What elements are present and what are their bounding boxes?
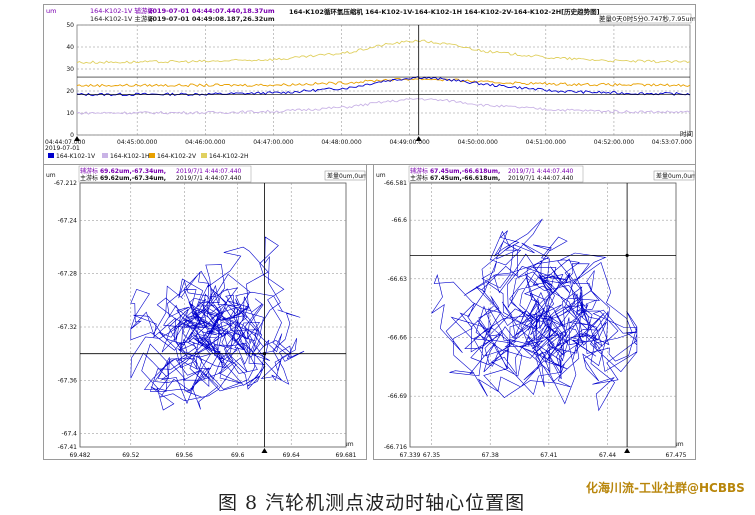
first-date-label: 2019-07-01	[45, 145, 80, 152]
right-y-tick-label: -66.6	[391, 217, 407, 224]
right-y-tick-label: -66.63	[388, 276, 408, 283]
right-cursor-dot	[625, 253, 629, 257]
left-y-tick-label: -67.41	[58, 444, 78, 451]
left-x-tick-label: 69.52	[122, 452, 139, 459]
right-aux-label: 辅游标	[410, 167, 428, 175]
right-x-tick-label: 67.38	[482, 452, 499, 459]
right-aux-time: 2019/7/1 4:44:07.440	[508, 168, 574, 175]
trend-x-tick-label: 04:50:00.000	[458, 139, 498, 146]
left-x-tick-label: 69.482	[70, 452, 91, 459]
figure-caption: 图 8 汽轮机测点波动时轴心位置图	[218, 492, 526, 514]
right-plot-area	[409, 182, 677, 448]
left-y-tick-label: -67.24	[58, 217, 78, 224]
left-y-tick-label: -67.212	[54, 180, 77, 187]
left-cursor-marker	[261, 448, 268, 453]
trend-x-tick-label: 04:53:07.000	[652, 139, 692, 146]
trend-legend: 164-K102-1V 164-K102-1H 164-K102-2V 164-…	[48, 153, 249, 160]
legend-swatch-2v	[149, 153, 155, 158]
right-x-tick-label: 67.44	[599, 452, 616, 459]
right-x-tick-label: 67.41	[540, 452, 557, 459]
time-axis-unit: 时间	[680, 129, 693, 138]
trend-x-tick-label: 04:46:00.000	[185, 139, 225, 146]
left-x-tick-label: 69.64	[283, 452, 300, 459]
main-cursor-value: 2019-07-01 04:49:08.187,26.32um	[148, 15, 275, 23]
left-x-tick-label: 69.681	[336, 452, 357, 459]
trend-y-tick-label: 0	[70, 132, 74, 139]
watermark: 化海川流-工业社群@HCBBS	[586, 481, 745, 495]
right-y-unit: um	[376, 172, 386, 179]
left-y-tick-label: -67.28	[58, 271, 78, 278]
trend-x-tick-label: 04:49:00.000	[389, 139, 429, 146]
trend-y-tick-label: 40	[66, 44, 74, 51]
right-x-tick-label: 67.339	[400, 452, 421, 459]
left-x-tick-label: 69.56	[176, 452, 193, 459]
trend-x-tick-label: 04:48:00.000	[321, 139, 361, 146]
trend-y-tick-label: 30	[66, 66, 74, 73]
legend-label-1h: 164-K102-1H	[110, 153, 150, 160]
left-diff-label: 差量0um,0um	[327, 172, 366, 180]
right-y-tick-label: -66.69	[388, 393, 408, 400]
left-main-label: 主游标	[80, 174, 98, 182]
right-y-tick-label: -66.716	[384, 444, 407, 451]
left-y-tick-label: -67.4	[61, 431, 77, 438]
left-x-tick-label: 69.6	[231, 452, 245, 459]
left-main-value: 69.62um,-67.34um,	[100, 175, 166, 182]
right-y-tick-label: -66.581	[384, 180, 407, 187]
trend-x-tick-label: 04:45:00.000	[117, 139, 157, 146]
trend-chart-svg: um 164-K102-1V 辅游标 2019-07-01 04:44:07.4…	[44, 5, 695, 160]
trend-unit-label: um	[46, 7, 56, 15]
right-x-tick-label: 67.35	[423, 452, 440, 459]
trend-title: 164-K102循环氢压缩机 164-K102-1V-164-K102-1H 1…	[289, 7, 600, 16]
right-x-tick-label: 67.475	[666, 452, 687, 459]
left-aux-time: 2019/7/1 4:44:07.440	[176, 168, 242, 175]
legend-swatch-2h	[201, 153, 207, 158]
legend-swatch-1h	[102, 153, 108, 158]
orbit-chart-right-svg: 辅游标 67.45um,-66.618um, 2019/7/1 4:44:07.…	[376, 165, 695, 459]
legend-label-2v: 164-K102-2V	[157, 153, 197, 160]
orbit-chart-left-svg: 辅游标 69.62um,-67.34um, 2019/7/1 4:44:07.4…	[46, 165, 366, 459]
orbit-chart-right-panel[interactable]: 辅游标 67.45um,-66.618um, 2019/7/1 4:44:07.…	[373, 164, 696, 460]
trend-x-tick-label: 04:51:00.000	[526, 139, 566, 146]
left-y-unit: um	[46, 172, 56, 179]
legend-swatch-1v	[48, 153, 54, 158]
right-main-value: 67.45um,-66.618um,	[430, 175, 500, 182]
trend-x-tick-label: 04:47:00.000	[253, 139, 293, 146]
right-main-label: 主游标	[410, 174, 428, 182]
trend-y-tick-label: 10	[66, 110, 74, 117]
trend-y-tick-label: 50	[66, 22, 74, 29]
trend-x-tick-label: 04:52:00.000	[594, 139, 634, 146]
right-y-tick-label: -66.66	[388, 334, 408, 341]
left-y-tick-label: -67.36	[58, 377, 78, 384]
main-cursor-prefix: 164-K102-1V 主游标	[90, 14, 154, 23]
right-aux-value: 67.45um,-66.618um,	[430, 168, 500, 175]
legend-label-1v: 164-K102-1V	[56, 153, 96, 160]
left-cursor-dot	[262, 352, 267, 356]
right-cursor-marker	[624, 448, 631, 453]
trend-y-tick-label: 20	[66, 88, 74, 95]
right-diff-label: 差量0um,0um	[656, 172, 695, 180]
legend-label-2h: 164-K102-2H	[209, 153, 249, 160]
left-aux-label: 辅游标	[80, 167, 98, 175]
left-y-tick-label: -67.32	[58, 324, 78, 331]
trend-chart-panel[interactable]: um 164-K102-1V 辅游标 2019-07-01 04:44:07.4…	[43, 4, 696, 165]
left-main-time: 2019/7/1 4:44:07.440	[176, 175, 242, 182]
aux-cursor-prefix: 164-K102-1V 辅游标	[90, 6, 154, 15]
trend-diff-label: 差量0天0时5分0.747秒,7.95um	[599, 14, 695, 23]
left-aux-value: 69.62um,-67.34um,	[100, 168, 166, 175]
orbit-chart-left-panel[interactable]: 辅游标 69.62um,-67.34um, 2019/7/1 4:44:07.4…	[43, 164, 367, 460]
aux-cursor-value: 2019-07-01 04:44:07.440,18.37um	[148, 7, 275, 15]
right-main-time: 2019/7/1 4:44:07.440	[508, 175, 574, 182]
